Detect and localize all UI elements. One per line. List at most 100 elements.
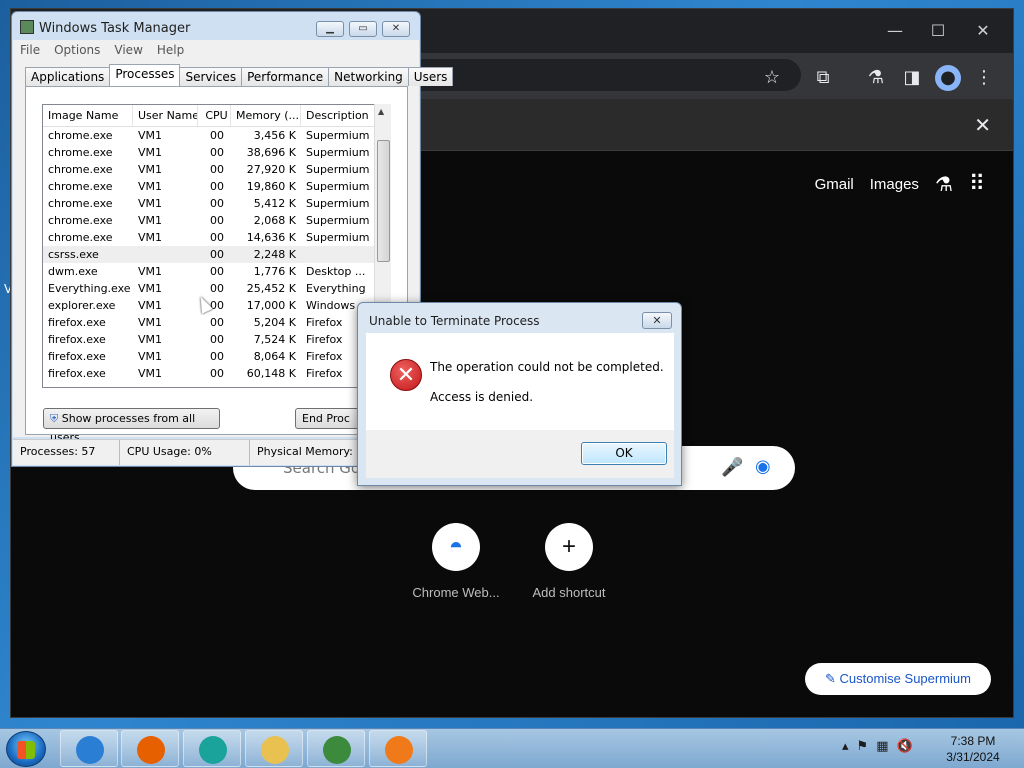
column-image-name[interactable]: Image Name <box>43 105 133 126</box>
taskbar-button[interactable] <box>307 730 365 767</box>
customise-button[interactable]: ✎ Customise Supermium <box>805 663 991 695</box>
taskbar-button[interactable] <box>183 730 241 767</box>
tab-networking[interactable]: Networking <box>328 67 409 86</box>
process-user: VM1 <box>138 129 163 142</box>
images-link[interactable]: Images <box>870 176 919 193</box>
process-user: VM1 <box>138 180 163 193</box>
table-row[interactable]: chrome.exe VM1 00 14,636 K Supermium <box>43 229 390 246</box>
process-name: dwm.exe <box>48 265 98 278</box>
show-hidden-icons-icon[interactable]: ▴ <box>842 739 849 754</box>
clock-time: 7:38 PM <box>950 734 996 748</box>
extensions-icon[interactable]: ⧉ <box>810 65 836 91</box>
table-row[interactable]: csrss.exe 00 2,248 K <box>43 246 390 263</box>
tab-services[interactable]: Services <box>179 67 243 86</box>
table-row[interactable]: chrome.exe VM1 00 5,412 K Supermium <box>43 195 390 212</box>
process-memory: 2,248 K <box>253 248 296 261</box>
scroll-up-icon[interactable]: ▲ <box>378 107 384 116</box>
gmail-link[interactable]: Gmail <box>815 176 854 193</box>
menu-help[interactable]: Help <box>150 40 191 61</box>
table-row[interactable]: dwm.exe VM1 00 1,776 K Desktop ... <box>43 263 390 280</box>
process-cpu: 00 <box>210 129 224 142</box>
process-cpu: 00 <box>210 316 224 329</box>
infobar-close-icon[interactable]: ✕ <box>974 113 991 137</box>
table-row[interactable]: chrome.exe VM1 00 19,860 K Supermium <box>43 178 390 195</box>
table-row[interactable]: chrome.exe VM1 00 27,920 K Supermium <box>43 161 390 178</box>
taskbar-button[interactable] <box>121 730 179 767</box>
tab-users[interactable]: Users <box>407 67 454 86</box>
tab-processes[interactable]: Processes <box>109 64 181 86</box>
process-name: firefox.exe <box>48 367 106 380</box>
process-memory: 2,068 K <box>253 214 296 227</box>
lens-search-icon[interactable]: ◉ <box>755 456 771 477</box>
table-row[interactable]: firefox.exe VM1 00 7,524 K Firefox <box>43 331 390 348</box>
minimize-icon[interactable]: — <box>883 19 907 43</box>
menu-file[interactable]: File <box>13 40 47 61</box>
taskbar: ▴ ⚑ ▦ 🔇 7:38 PM 3/31/2024 <box>0 728 1024 768</box>
process-cpu: 00 <box>210 265 224 278</box>
show-all-processes-button[interactable]: ⛨ Show processes from all users <box>43 408 220 444</box>
process-memory: 19,860 K <box>246 180 296 193</box>
labs-flask-icon[interactable]: ⚗ <box>863 65 889 91</box>
process-memory: 8,064 K <box>253 350 296 363</box>
process-cpu: 00 <box>210 146 224 159</box>
scrollbar-thumb[interactable] <box>377 140 390 262</box>
process-user: VM1 <box>138 367 163 380</box>
process-cpu: 00 <box>210 163 224 176</box>
process-description <box>301 246 381 263</box>
maximize-icon[interactable]: ▭ <box>349 21 377 37</box>
bookmark-star-icon[interactable]: ☆ <box>759 65 785 91</box>
menu-view[interactable]: View <box>107 40 149 61</box>
table-row[interactable]: firefox.exe VM1 00 60,148 K Firefox <box>43 365 390 382</box>
network-icon[interactable]: ▦ <box>876 739 888 754</box>
process-user: VM1 <box>138 146 163 159</box>
close-icon[interactable]: ✕ <box>642 312 672 329</box>
table-row[interactable]: firefox.exe VM1 00 5,204 K Firefox <box>43 314 390 331</box>
voice-search-icon[interactable]: 🎤 <box>721 457 743 478</box>
process-description: Supermium <box>306 231 370 244</box>
labs-flask-icon[interactable]: ⚗ <box>935 172 953 197</box>
table-row[interactable]: firefox.exe VM1 00 8,064 K Firefox <box>43 348 390 365</box>
process-description: Supermium <box>306 163 370 176</box>
start-button[interactable] <box>6 731 46 767</box>
ok-button[interactable]: OK <box>581 442 667 465</box>
firefox-icon <box>137 736 165 764</box>
action-center-flag-icon[interactable]: ⚑ <box>857 739 869 754</box>
process-list[interactable]: Image Name User Name CPU Memory (... Des… <box>42 104 391 388</box>
volume-muted-icon[interactable]: 🔇 <box>896 739 912 754</box>
menu-options[interactable]: Options <box>47 40 107 61</box>
close-icon[interactable]: ✕ <box>382 21 410 37</box>
close-icon[interactable]: ✕ <box>971 19 995 43</box>
process-memory: 3,456 K <box>253 129 296 142</box>
table-row[interactable]: Everything.exe VM1 00 25,452 K Everything <box>43 280 390 297</box>
maximize-icon[interactable]: ☐ <box>926 19 950 43</box>
shortcut-add[interactable]: + Add shortcut <box>514 523 624 600</box>
minimize-icon[interactable]: ▁ <box>316 21 344 37</box>
taskbar-clock[interactable]: 7:38 PM 3/31/2024 <box>930 733 1016 765</box>
process-memory: 7,524 K <box>253 333 296 346</box>
tab-applications[interactable]: Applications <box>25 67 111 86</box>
column-cpu[interactable]: CPU <box>198 105 231 126</box>
process-cpu: 00 <box>210 248 224 261</box>
process-user: VM1 <box>138 316 163 329</box>
process-user: VM1 <box>138 333 163 346</box>
table-row[interactable]: chrome.exe VM1 00 3,456 K Supermium <box>43 127 390 144</box>
clock-date: 3/31/2024 <box>946 750 1000 764</box>
table-row[interactable]: chrome.exe VM1 00 2,068 K Supermium <box>43 212 390 229</box>
column-memory[interactable]: Memory (... <box>231 105 301 126</box>
shortcut-chrome-web-store[interactable]: ◓ Chrome Web... <box>401 523 511 600</box>
menu-kebab-icon[interactable]: ⋮ <box>971 65 997 91</box>
taskbar-button[interactable] <box>245 730 303 767</box>
apps-grid-icon[interactable]: ⠿ <box>969 171 985 197</box>
side-panel-icon[interactable]: ◨ <box>899 65 925 91</box>
process-user: VM1 <box>138 282 163 295</box>
profile-avatar-icon[interactable]: ● <box>935 65 961 91</box>
taskbar-button[interactable] <box>60 730 118 767</box>
tab-performance[interactable]: Performance <box>241 67 330 86</box>
taskbar-button[interactable] <box>369 730 427 767</box>
process-description: Supermium <box>306 129 370 142</box>
table-row[interactable]: explorer.exe VM1 00 17,000 K Windows ... <box>43 297 390 314</box>
column-user-name[interactable]: User Name <box>133 105 198 126</box>
table-row[interactable]: chrome.exe VM1 00 38,696 K Supermium <box>43 144 390 161</box>
column-description[interactable]: Description <box>301 105 381 126</box>
dialog-body: ✕ The operation could not be completed. … <box>366 333 674 430</box>
